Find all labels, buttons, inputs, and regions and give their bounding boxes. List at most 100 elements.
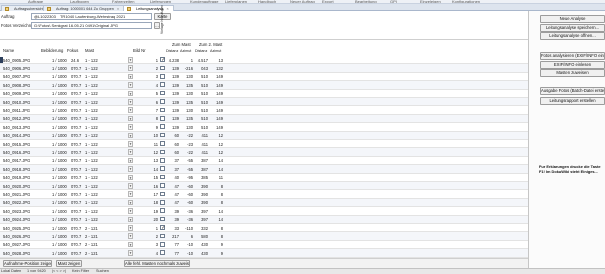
mast-dropdown-icon[interactable]: ▾ (128, 149, 133, 155)
table-row[interactable]: 540_0912.JPG 1 / 1000 070.7 1 - 122 ▾ 8 139 135… (0, 114, 528, 124)
exif-einlesen-button[interactable]: EXIF/INFO einlesen (540, 61, 605, 69)
cell-mast[interactable]: 1 - 122 (85, 58, 98, 63)
cell-mast[interactable]: 1 - 122 (85, 133, 98, 138)
vorlage-checkbox[interactable] (160, 157, 165, 163)
tab-leitungsanalyse[interactable]: Leitungsanalyse × (123, 5, 174, 11)
vorlage-checkbox[interactable] (160, 107, 165, 113)
mast-dropdown-icon[interactable]: ▾ (128, 99, 133, 105)
cell-mast[interactable]: 1 - 122 (85, 83, 98, 88)
mast-zeigen-button[interactable]: Mast zeigen (56, 259, 82, 267)
table-row[interactable]: 540_0920.JPG 1 / 1000 070.7 1 - 122 ▾ 16 47 -60… (0, 182, 528, 191)
mast-dropdown-icon[interactable]: ▾ (128, 57, 133, 63)
masten-zuweisen-button[interactable]: Alle fehl. Masten nochmals zuweisen (124, 259, 190, 267)
mast-dropdown-icon[interactable]: ▾ (128, 141, 133, 147)
mast-dropdown-icon[interactable]: ▾ (128, 132, 133, 139)
vorlage-checkbox[interactable] (160, 57, 165, 62)
table-row[interactable]: 540_0908.JPG 1 / 1000 070.7 1 - 122 ▾ 4 139 135… (0, 81, 528, 90)
mast-dropdown-icon[interactable]: ▾ (128, 191, 133, 197)
mast-dropdown-icon[interactable]: ▾ (128, 225, 133, 231)
vorlage-checkbox[interactable] (160, 149, 165, 155)
vorlage-checkbox[interactable] (160, 183, 165, 188)
cell-mast[interactable]: 2 - 121 (85, 251, 98, 256)
close-icon[interactable]: × (117, 7, 119, 11)
vorlage-checkbox[interactable] (160, 65, 165, 71)
cell-mast[interactable]: 1 - 122 (85, 125, 98, 130)
col-vorlage[interactable]: Vorlage hinzufugen (160, 5, 164, 34)
vorlage-checkbox[interactable] (160, 166, 165, 171)
analyse-oeffnen-button[interactable]: Leitungsanalyse offnen... (540, 32, 605, 40)
cell-mast[interactable]: 1 - 122 (85, 108, 98, 113)
mast-dropdown-icon[interactable]: ▾ (128, 233, 133, 239)
mast-dropdown-icon[interactable]: ▾ (128, 216, 133, 223)
mast-dropdown-icon[interactable]: ▾ (128, 174, 133, 181)
table-row[interactable]: 540_0909.JPG 1 / 1000 070.7 1 - 122 ▾ 5 139 130… (0, 89, 528, 98)
vorlage-checkbox[interactable] (160, 115, 165, 121)
auftrag-field[interactable]: @L1022303 TR1040 Laufenburg-Wehrstraq 20… (31, 12, 152, 20)
cell-mast[interactable]: 1 - 122 (85, 150, 98, 155)
mast-dropdown-icon[interactable]: ▾ (128, 183, 133, 189)
mast-dropdown-icon[interactable]: ▾ (128, 157, 133, 164)
vorlage-checkbox[interactable] (160, 216, 165, 222)
mast-dropdown-icon[interactable]: ▾ (128, 199, 133, 206)
cell-mast[interactable]: 1 - 122 (85, 91, 98, 96)
neue-analyse-button[interactable]: Neue Analyse (540, 15, 605, 23)
ausgabe-fotos-button[interactable]: Ausgabe Fotos (Batch-Datei erstellen) (540, 87, 605, 95)
vorlage-checkbox[interactable] (160, 82, 165, 87)
table-row[interactable]: 540_0923.JPG 1 / 1000 070.7 1 - 122 ▾ 19 39 -36… (0, 207, 528, 216)
mast-dropdown-icon[interactable]: ▾ (128, 107, 133, 113)
mast-dropdown-icon[interactable]: ▾ (128, 82, 133, 88)
search-box[interactable]: Suchen (96, 269, 109, 273)
cell-mast[interactable]: 1 - 122 (85, 192, 98, 197)
table-row[interactable]: 540_0927.JPG 1 / 1000 070.7 2 - 121 ▾ 3 77 -10 4… (0, 240, 528, 250)
mast-dropdown-icon[interactable]: ▾ (128, 241, 133, 248)
table-row[interactable]: 540_0913.JPG 1 / 1000 070.7 1 - 122 ▾ 9 139 130… (0, 123, 528, 132)
table-row[interactable]: 540_0907.JPG 1 / 1000 070.7 1 - 122 ▾ 3 139 130… (0, 72, 528, 82)
record-navigator[interactable]: |< < > >| (52, 269, 66, 273)
mast-dropdown-icon[interactable]: ▾ (128, 124, 133, 130)
vorlage-checkbox[interactable] (160, 99, 165, 104)
table-row[interactable]: 540_0922.JPG 1 / 1000 070.7 1 - 122 ▾ 18 47 -60… (0, 198, 528, 208)
vorlage-checkbox[interactable] (160, 174, 165, 180)
cell-mast[interactable]: 1 - 122 (85, 158, 98, 163)
mast-dropdown-icon[interactable]: ▾ (128, 250, 133, 256)
table-row[interactable]: 540_0928.JPG 1 / 1000 070.7 2 - 121 ▾ 4 77 -10 4… (0, 249, 528, 258)
mast-dropdown-icon[interactable]: ▾ (128, 166, 133, 172)
table-row[interactable]: 540_0914.JPG 1 / 1000 070.7 1 - 122 ▾ 10 60 -22… (0, 131, 528, 140)
mast-dropdown-icon[interactable]: ▾ (128, 73, 133, 80)
vorlage-checkbox[interactable] (160, 73, 165, 79)
vorlage-checkbox[interactable] (160, 124, 165, 129)
cell-mast[interactable]: 1 - 122 (85, 184, 98, 189)
analyse-speichern-button[interactable]: Leitungsanalyse speichern... (540, 24, 605, 32)
table-row[interactable]: 540_0921.JPG 1 / 1000 070.7 1 - 122 ▾ 17 47 -60… (0, 190, 528, 199)
vorlage-checkbox[interactable] (160, 132, 165, 138)
cell-mast[interactable]: 1 - 122 (85, 142, 98, 147)
cell-mast[interactable]: 2 - 121 (85, 226, 98, 231)
cell-mast[interactable]: 1 - 122 (85, 200, 98, 205)
vorlage-checkbox[interactable] (160, 141, 165, 146)
cell-mast[interactable]: 1 - 122 (85, 175, 98, 180)
table-row[interactable]: 540_0925.JPG 1 / 1000 070.72 - 121 ▾ 1 33 -110… (0, 224, 528, 233)
vorlage-checkbox[interactable] (160, 225, 165, 230)
vorlage-checkbox[interactable] (160, 250, 165, 255)
vorlage-checkbox[interactable] (160, 199, 165, 205)
cell-mast[interactable]: 1 - 122 (85, 167, 98, 172)
table-row[interactable]: 540_0906.JPG 1 / 1000 070.7 1 - 122 ▾ 2 139 -21… (0, 64, 528, 73)
cell-mast[interactable]: 2 - 121 (85, 234, 98, 239)
table-row[interactable]: 540_0926.JPG 1 / 1000 070.7 2 - 121 ▾ 2 217 6 58… (0, 232, 528, 241)
table-row[interactable]: 540_0905.JPG1 / 100024.61 - 122▾14.23814… (0, 56, 528, 65)
mast-dropdown-icon[interactable]: ▾ (128, 208, 133, 214)
tab-auftrag[interactable]: Auftrag: 1000001 644 Zu Gruppen × (43, 5, 125, 11)
table-row[interactable]: 540_0911.JPG 1 / 1000 070.7 1 - 122 ▾ 7 139 130… (0, 106, 528, 115)
vorlage-checkbox[interactable] (160, 241, 165, 247)
vorlage-checkbox[interactable] (160, 191, 165, 197)
fotos-analysieren-button[interactable]: Fotos analysieren (EXIF/INFO einlesen) (540, 52, 605, 60)
table-row[interactable]: 540_0916.JPG 1 / 1000 070.7 1 - 122 ▾ 12 60 -22… (0, 148, 528, 157)
leitungsrapport-button[interactable]: Leitungsrapport erstellen (540, 97, 605, 105)
vorlage-checkbox[interactable] (160, 233, 165, 239)
vorlage-checkbox[interactable] (160, 90, 165, 96)
masten-zuweisen-right-button[interactable]: Masten zuweisen (540, 69, 605, 77)
aufnahme-position-button[interactable]: Aufnahme-Position zeigen (3, 259, 52, 267)
cell-mast[interactable]: 1 - 122 (85, 100, 98, 105)
cell-mast[interactable]: 1 - 122 (85, 74, 98, 79)
table-row[interactable]: 540_0910.JPG 1 / 1000 070.7 1 - 122 ▾ 6 139 135… (0, 98, 528, 107)
